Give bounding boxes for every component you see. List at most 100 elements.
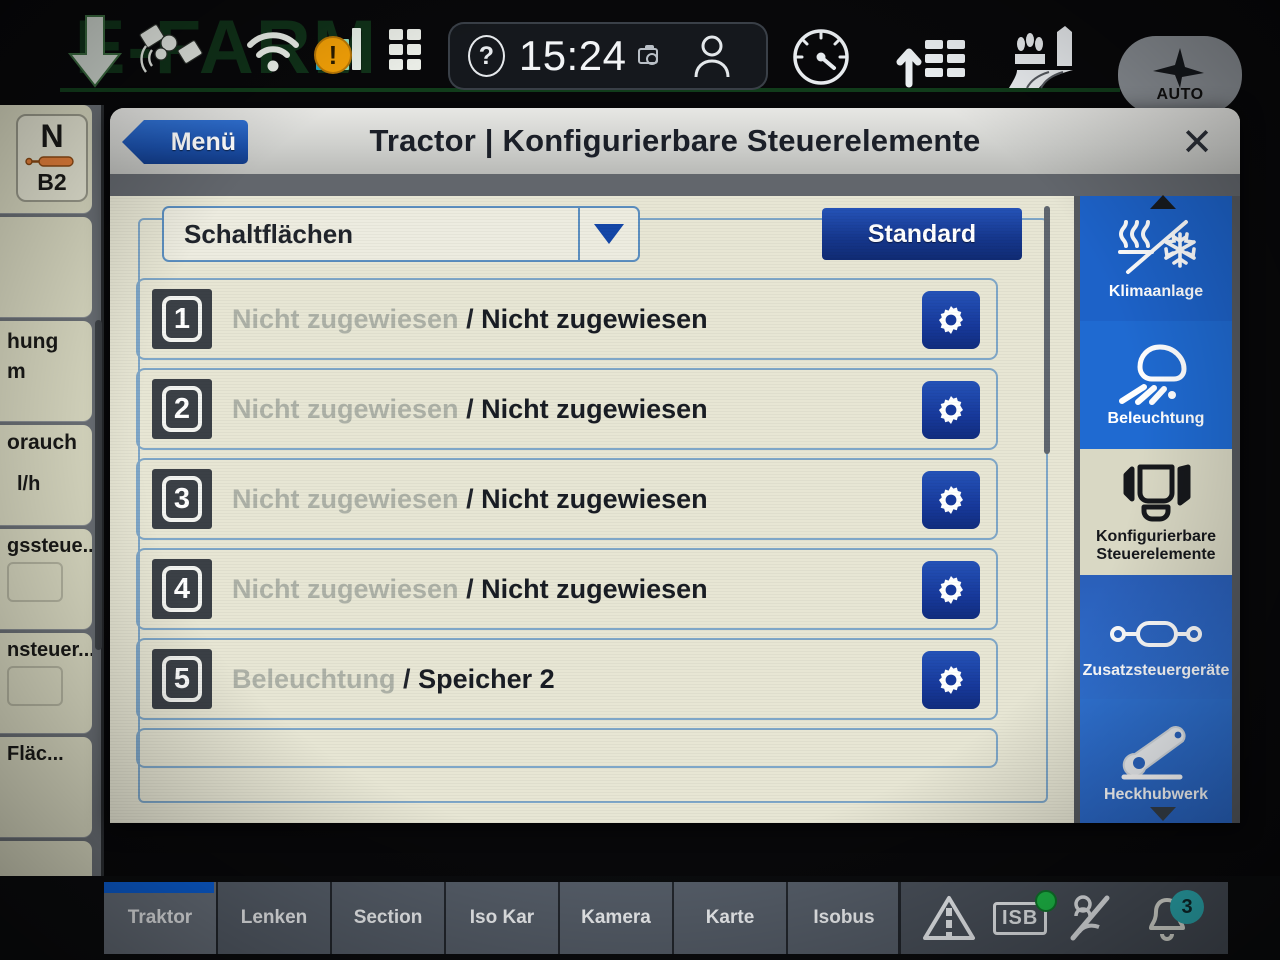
left-tile-6-label: Fläc... <box>7 743 64 765</box>
left-tile-5-label: nsteuer... <box>7 639 92 661</box>
table-row[interactable]: 3 Nicht zugewiesen / Nicht zugewiesen <box>136 458 998 540</box>
sidebar-item-label: Konfigurierbare Steuerelemente <box>1095 527 1216 563</box>
left-tile-4-value-box <box>7 562 63 602</box>
sidebar-item-label: Klimaanlage <box>1108 283 1204 301</box>
sidebar-item-label: Zusatzsteuergeräte <box>1082 661 1230 679</box>
tab-label: Isobus <box>813 907 875 928</box>
table-row[interactable]: 1 Nicht zugewiesen / Nicht zugewiesen <box>136 278 998 360</box>
table-row[interactable]: 2 Nicht zugewiesen / Nicht zugewiesen <box>136 368 998 450</box>
sidebar-item-klimaanlage[interactable]: Klimaanlage <box>1080 196 1232 321</box>
sidebar-item-zusatzsteuergeraete[interactable]: Zusatzsteuergeräte <box>1080 575 1232 699</box>
table-row-partial[interactable] <box>136 728 998 768</box>
menu-back-button[interactable]: Menü <box>122 120 248 164</box>
row-source: Nicht zugewiesen <box>232 393 459 424</box>
tab-lenken[interactable]: Lenken <box>218 882 332 954</box>
left-panel-scrollbar[interactable] <box>95 320 102 650</box>
isb-icon[interactable]: ISB <box>993 889 1058 935</box>
left-tile-4[interactable]: gssteue... <box>0 529 92 629</box>
row-assignment: Beleuchtung / Speicher 2 <box>232 664 555 695</box>
row-assignment: Nicht zugewiesen / Nicht zugewiesen <box>232 394 708 425</box>
row-source: Beleuchtung <box>232 663 396 694</box>
tab-section[interactable]: Section <box>332 882 446 954</box>
row-target: Nicht zugewiesen <box>481 393 708 424</box>
no-signal-icon[interactable] <box>1065 894 1117 942</box>
apps-grid-icon[interactable] <box>389 28 421 70</box>
user-icon[interactable] <box>692 33 732 79</box>
chevron-down-icon <box>594 224 624 244</box>
gear-value: N <box>40 118 64 154</box>
sidebar-item-beleuchtung[interactable]: Beleuchtung <box>1080 321 1232 449</box>
assignment-list[interactable]: 1 Nicht zugewiesen / Nicht zugewiesen 2 … <box>136 278 998 768</box>
tab-label: Section <box>353 907 423 928</box>
tab-iso-kar[interactable]: Iso Kar <box>446 882 560 954</box>
help-icon[interactable]: ? <box>468 35 505 77</box>
left-tile-5-value-box <box>7 666 63 706</box>
row-target: Nicht zugewiesen <box>481 573 708 604</box>
left-tile-1[interactable] <box>0 217 92 317</box>
gear-icon <box>939 576 963 604</box>
left-tile-6[interactable]: Fläc... <box>0 737 92 837</box>
tab-label: Kamera <box>581 907 651 928</box>
row-settings-button[interactable] <box>922 381 980 439</box>
row-number-badge: 5 <box>152 649 212 709</box>
sidebar-scroll-up-icon[interactable] <box>1150 195 1176 209</box>
list-scrollbar[interactable] <box>1044 206 1050 454</box>
standard-button[interactable]: Standard <box>822 208 1022 260</box>
tab-list: Traktor Lenken Section Iso Kar Kamera Ka… <box>104 882 902 960</box>
sidebar-item-label: Beleuchtung <box>1107 409 1205 427</box>
row-settings-button[interactable] <box>922 291 980 349</box>
row-source: Nicht zugewiesen <box>232 573 459 604</box>
left-tile-5[interactable]: nsteuer... <box>0 633 92 733</box>
lane-warning-icon[interactable] <box>923 894 975 942</box>
left-tile-3[interactable]: orauch l/h <box>0 425 92 525</box>
operator-pod[interactable] <box>658 22 768 90</box>
range-value: B2 <box>37 169 67 195</box>
gauge-icon[interactable] <box>790 26 852 88</box>
tab-isobus[interactable]: Isobus <box>788 882 902 954</box>
row-target: Speicher 2 <box>418 663 555 694</box>
isb-power-indicator <box>1035 889 1058 912</box>
row-number-badge: 2 <box>152 379 212 439</box>
gear-range-tile[interactable]: N B2 <box>16 114 88 202</box>
auto-guidance-button[interactable]: AUTO <box>1118 36 1242 114</box>
dialog-subbar <box>110 174 1240 196</box>
implement-up-icon[interactable] <box>895 26 969 88</box>
gear-icon <box>939 306 963 334</box>
row-separator: / <box>466 303 474 334</box>
menu-back-label: Menü <box>170 127 236 156</box>
row-settings-button[interactable] <box>922 471 980 529</box>
dropdown-arrow-box[interactable] <box>578 208 638 260</box>
tab-karte[interactable]: Karte <box>674 882 788 954</box>
table-row[interactable]: 5 Beleuchtung / Speicher 2 <box>136 638 998 720</box>
row-source: Nicht zugewiesen <box>232 303 459 334</box>
row-settings-button[interactable] <box>922 561 980 619</box>
gear-icon <box>939 666 963 694</box>
bottom-tabbar: Traktor Lenken Section Iso Kar Kamera Ka… <box>0 876 1280 960</box>
row-number-badge: 1 <box>152 289 212 349</box>
tab-kamera[interactable]: Kamera <box>560 882 674 954</box>
tab-label: Lenken <box>240 907 308 928</box>
left-tile-gear[interactable]: N B2 <box>0 105 92 213</box>
close-icon[interactable]: ✕ <box>1176 122 1218 164</box>
wifi-icon <box>247 32 299 72</box>
dropdown-value: Schaltflächen <box>184 218 354 249</box>
camera-icon[interactable] <box>638 45 658 65</box>
sidebar-scroll-down-icon[interactable] <box>1150 807 1176 821</box>
notifications-button[interactable]: 3 <box>1142 890 1204 952</box>
row-settings-button[interactable] <box>922 651 980 709</box>
table-row[interactable]: 4 Nicht zugewiesen / Nicht zugewiesen <box>136 548 998 630</box>
satellite-icon <box>139 24 203 73</box>
tab-label: Traktor <box>127 907 193 928</box>
left-tile-3-unit: l/h <box>17 473 41 495</box>
left-tile-2[interactable]: hung m <box>0 321 92 421</box>
tab-traktor[interactable]: Traktor <box>104 882 218 954</box>
gear-icon <box>939 486 963 514</box>
row-assignment: Nicht zugewiesen / Nicht zugewiesen <box>232 574 708 605</box>
sidebar-item-heckhubwerk[interactable]: Heckhubwerk <box>1080 699 1232 823</box>
field-icon[interactable] <box>1005 26 1083 89</box>
top-status-bar: ! ? 15:24 AUTO <box>0 0 1280 114</box>
sidebar-item-konfigurierbare-steuerelemente[interactable]: Konfigurierbare Steuerelemente <box>1080 449 1232 575</box>
clock-pod[interactable]: ? 15:24 <box>448 22 658 90</box>
control-type-dropdown[interactable]: Schaltflächen <box>162 206 640 262</box>
left-tile-4-label: gssteue... <box>7 535 92 557</box>
